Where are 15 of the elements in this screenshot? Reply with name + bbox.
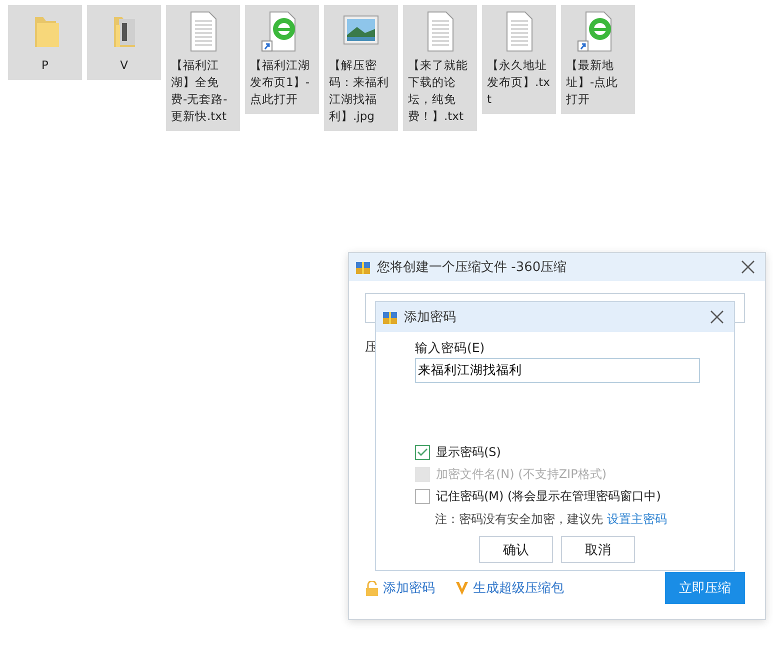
file-name: 【来了就能下载的论坛，纯免费！】.txt <box>408 57 469 125</box>
checkbox-label: 显示密码(S) <box>436 444 501 460</box>
window-title: 添加密码 <box>404 309 457 326</box>
file-name: 【福利江湖发布页1】-点此打开 <box>250 57 311 108</box>
checkbox-label: 加密文件名(N) (不支持ZIP格式) <box>436 466 607 482</box>
checkbox-label: 记住密码(M) (将会显示在管理密码窗口中) <box>436 488 661 504</box>
file-name: V <box>119 57 129 74</box>
file-name: P <box>40 57 50 74</box>
note-text: 注：密码没有安全加密，建议先 设置主密码 <box>435 511 668 528</box>
file-name: 【解压密码：来福利江湖找福利】.jpg <box>329 57 390 125</box>
file-name: 【福利江湖】全免费-无套路-更新快.txt <box>171 57 228 125</box>
file-name: 【最新地址】-点此打开 <box>566 57 620 108</box>
password-label: 输入密码(E) <box>415 340 486 357</box>
window-title: 您将创建一个压缩文件 -360压缩 <box>377 259 568 276</box>
file-name: 【永久地址发布页】.txt <box>487 57 551 108</box>
